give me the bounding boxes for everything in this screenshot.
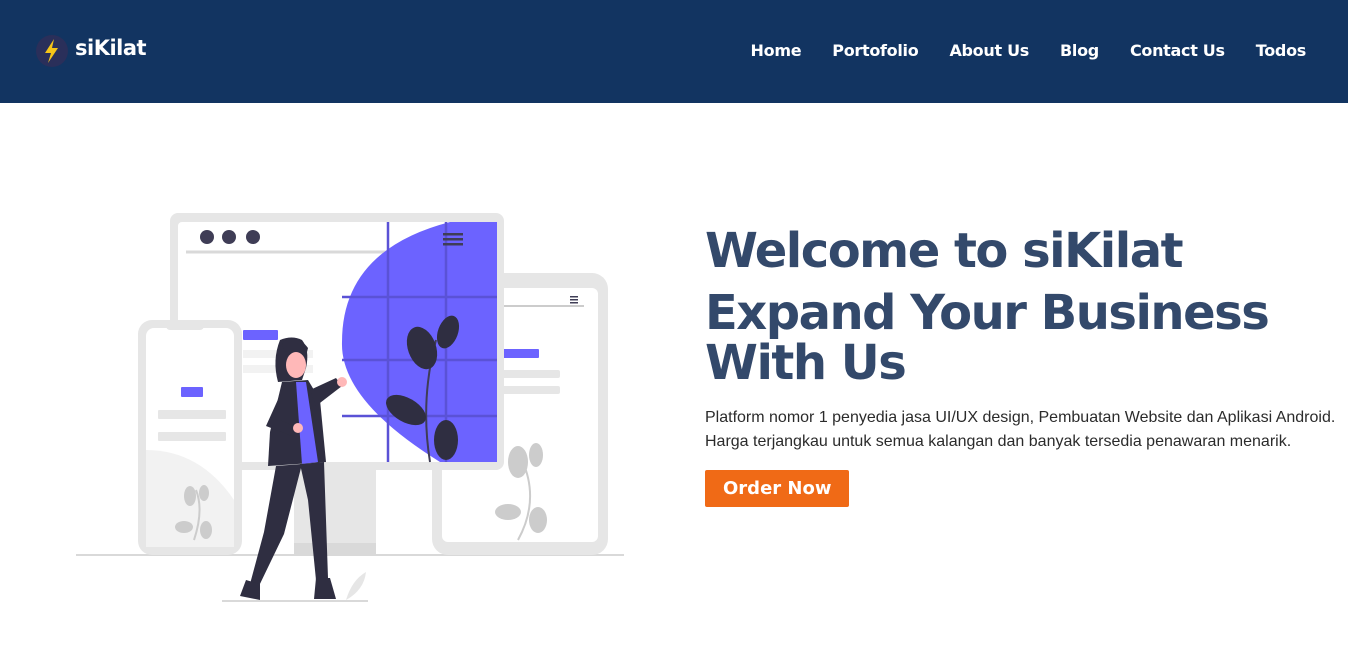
hero-title: Welcome to siKilat — [705, 223, 1184, 279]
hero-illustration — [76, 213, 624, 602]
hero-description: Platform nomor 1 penyedia jasa UI/UX des… — [705, 409, 1336, 450]
main-nav: Home Portofolio About Us Blog Contact Us… — [720, 41, 1307, 60]
hero-subtitle-line-2: With Us — [705, 335, 907, 391]
order-now-button[interactable]: Order Now — [705, 470, 850, 507]
nav-blog[interactable]: Blog — [1060, 41, 1099, 60]
lightning-bolt-icon — [36, 35, 68, 67]
nav-todos[interactable]: Todos — [1256, 41, 1307, 60]
hero-subtitle: Expand Your Business With Us — [705, 288, 1345, 388]
nav-home[interactable]: Home — [751, 41, 802, 60]
phone-device — [138, 320, 242, 555]
brand-logo[interactable]: siKilat — [35, 34, 147, 68]
nav-about-us[interactable]: About Us — [949, 41, 1029, 60]
nav-contact-us[interactable]: Contact Us — [1130, 41, 1225, 60]
hero-section: Welcome to siKilat Expand Your Business … — [705, 222, 1345, 507]
brand-name: siKilat — [75, 36, 147, 60]
hero-subtitle-line-1: Expand Your Business — [705, 285, 1270, 341]
navbar: siKilat Home Portofolio About Us Blog Co… — [0, 0, 1348, 103]
nav-portofolio[interactable]: Portofolio — [832, 41, 918, 60]
